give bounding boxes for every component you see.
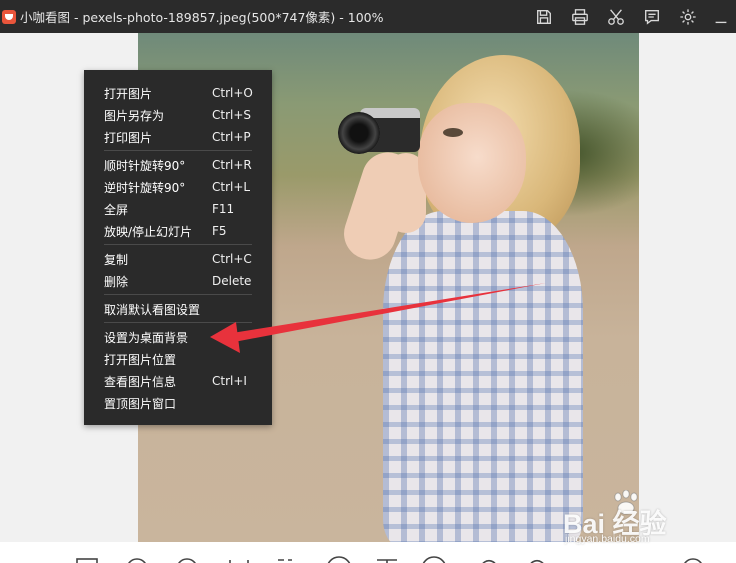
context-menu: 打开图片 Ctrl+O 图片另存为 Ctrl+S 打印图片 Ctrl+P 顺时针旋转9… bbox=[84, 70, 272, 425]
menu-item-copy[interactable]: 复制 Ctrl+C bbox=[84, 248, 272, 270]
menu-item-rotate-cw[interactable]: 顺时针旋转90° Ctrl+R bbox=[84, 154, 272, 176]
settings-button[interactable] bbox=[670, 0, 706, 33]
title-bar: 小咖看图 - pexels-photo-189857.jpeg(500*747像… bbox=[0, 0, 736, 33]
menu-separator bbox=[104, 294, 252, 295]
menu-item-image-info[interactable]: 查看图片信息 Ctrl+I bbox=[84, 370, 272, 392]
print-button[interactable] bbox=[562, 0, 598, 33]
title-toolbar bbox=[526, 0, 736, 33]
fit-window-icon[interactable] bbox=[74, 556, 100, 563]
delete-icon[interactable] bbox=[680, 556, 706, 563]
menu-item-rotate-ccw[interactable]: 逆时针旋转90° Ctrl+L bbox=[84, 176, 272, 198]
window-title: 小咖看图 - pexels-photo-189857.jpeg(500*747像… bbox=[20, 10, 384, 25]
rotate-right-icon[interactable] bbox=[524, 556, 550, 563]
photo-face bbox=[418, 103, 526, 223]
menu-separator bbox=[104, 150, 252, 151]
rotate-left-icon[interactable] bbox=[476, 556, 502, 563]
zoom-in-icon[interactable] bbox=[174, 556, 200, 563]
comment-button[interactable] bbox=[634, 0, 670, 33]
menu-item-delete[interactable]: 删除 Delete bbox=[84, 270, 272, 292]
menu-item-save-as[interactable]: 图片另存为 Ctrl+S bbox=[84, 104, 272, 126]
save-icon bbox=[537, 9, 551, 24]
watermark-url: jingyan.baidu.com bbox=[565, 533, 650, 545]
minimize-icon bbox=[715, 21, 727, 23]
fullscreen-icon[interactable] bbox=[272, 556, 298, 563]
menu-item-fullscreen[interactable]: 全屏 F11 bbox=[84, 198, 272, 220]
menu-item-pin-window[interactable]: 置顶图片窗口 bbox=[84, 392, 272, 414]
zoom-out-icon[interactable] bbox=[124, 556, 150, 563]
minimize-button[interactable] bbox=[706, 0, 736, 33]
menu-item-print[interactable]: 打印图片 Ctrl+P bbox=[84, 126, 272, 148]
photo-camera bbox=[338, 98, 424, 156]
photo-eye bbox=[443, 128, 463, 137]
prev-icon[interactable] bbox=[326, 556, 352, 563]
save-button[interactable] bbox=[526, 0, 562, 33]
cut-button[interactable] bbox=[598, 0, 634, 33]
comment-icon bbox=[645, 9, 659, 25]
menu-item-set-wallpaper[interactable]: 设置为桌面背景 bbox=[84, 326, 272, 348]
menu-item-open-location[interactable]: 打开图片位置 bbox=[84, 348, 272, 370]
camera-lens bbox=[338, 112, 380, 154]
menu-item-cancel-default[interactable]: 取消默认看图设置 bbox=[84, 298, 272, 320]
menu-separator bbox=[104, 244, 252, 245]
next-icon[interactable] bbox=[421, 556, 447, 563]
photo-dress bbox=[383, 211, 583, 542]
slideshow-icon[interactable] bbox=[374, 556, 400, 563]
actual-size-icon[interactable] bbox=[226, 556, 252, 563]
print-icon bbox=[572, 8, 588, 25]
menu-item-slideshow[interactable]: 放映/停止幻灯片 F5 bbox=[84, 220, 272, 242]
baidu-jingyan-watermark: Bai 经验 jingyan.baidu.com bbox=[563, 490, 723, 550]
app-logo-icon bbox=[2, 9, 16, 24]
settings-icon bbox=[680, 8, 696, 25]
menu-separator bbox=[104, 322, 252, 323]
menu-item-open[interactable]: 打开图片 Ctrl+O bbox=[84, 82, 272, 104]
cut-icon bbox=[608, 8, 624, 25]
